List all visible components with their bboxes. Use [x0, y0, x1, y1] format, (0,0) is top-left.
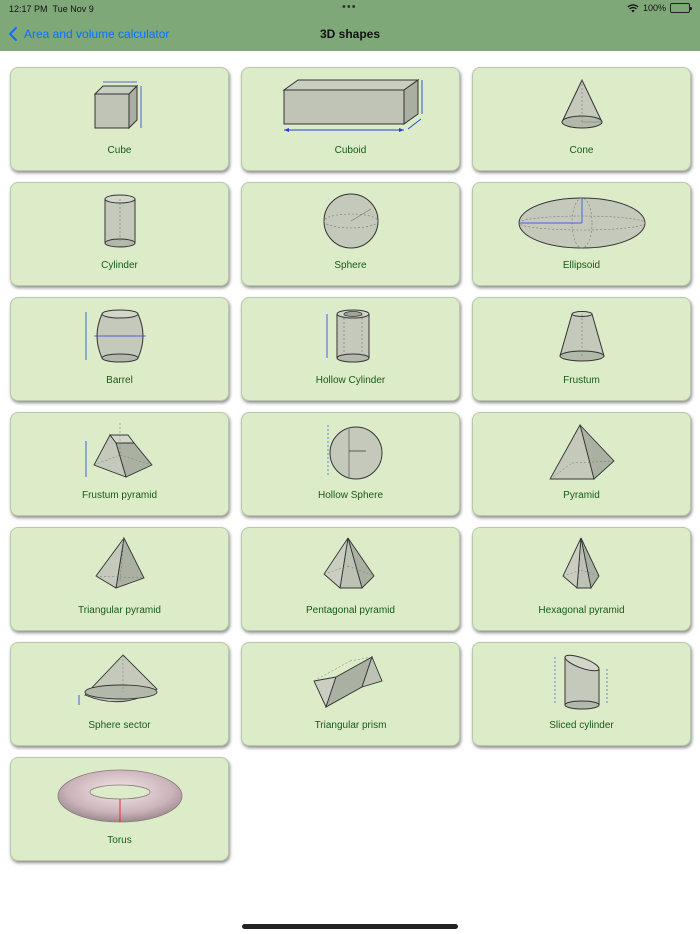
- shapes-grid: Cube Cuboid Cone Cylinder Sphere Ellipso…: [10, 67, 692, 861]
- shape-label: Hollow Cylinder: [315, 375, 386, 386]
- battery-icon: [670, 3, 692, 13]
- hollow-sphere-icon: [242, 419, 459, 483]
- shape-tile-torus[interactable]: Torus: [10, 757, 229, 861]
- sliced-cylinder-icon: [473, 649, 690, 713]
- cylinder-icon: [11, 189, 228, 253]
- sphere-icon: [242, 189, 459, 253]
- sphere-sector-icon: [11, 649, 228, 713]
- navigation-bar: 12:17 PM Tue Nov 9 ••• 100% Area and vol…: [0, 0, 700, 51]
- shape-label: Ellipsoid: [562, 260, 601, 271]
- shape-tile-sliced-cylinder[interactable]: Sliced cylinder: [472, 642, 691, 746]
- shape-tile-cylinder[interactable]: Cylinder: [10, 182, 229, 286]
- shape-tile-triangular-pyramid[interactable]: Triangular pyramid: [10, 527, 229, 631]
- shape-tile-frustum-pyramid[interactable]: Frustum pyramid: [10, 412, 229, 516]
- triangular-pyramid-icon: [11, 534, 228, 598]
- shape-label: Hollow Sphere: [317, 490, 384, 501]
- shape-tile-sphere-sector[interactable]: Sphere sector: [10, 642, 229, 746]
- shape-label: Frustum pyramid: [81, 490, 157, 501]
- hollow-cylinder-icon: [242, 304, 459, 368]
- status-time: 12:17 PM Tue Nov 9: [9, 4, 94, 14]
- shape-tile-sphere[interactable]: Sphere: [241, 182, 460, 286]
- shape-tile-barrel[interactable]: Barrel: [10, 297, 229, 401]
- shape-label: Cone: [569, 145, 594, 156]
- torus-icon: [11, 764, 228, 828]
- shape-label: Barrel: [106, 375, 133, 386]
- page-title: 3D shapes: [319, 27, 381, 41]
- ellipsoid-icon: [473, 189, 690, 253]
- triangular-prism-icon: [242, 649, 459, 713]
- shape-label: Pyramid: [563, 490, 600, 501]
- shape-label: Sphere sector: [88, 720, 151, 731]
- shape-label: Torus: [107, 835, 132, 846]
- shape-label: Triangular pyramid: [78, 605, 161, 616]
- pyramid-icon: [473, 419, 690, 483]
- shape-tile-hexagonal-pyramid[interactable]: Hexagonal pyramid: [472, 527, 691, 631]
- shape-tile-hollow-cylinder[interactable]: Hollow Cylinder: [241, 297, 460, 401]
- shape-label: Pentagonal pyramid: [306, 605, 395, 616]
- hexagonal-pyramid-icon: [473, 534, 690, 598]
- shape-label: Sphere: [334, 260, 367, 271]
- cuboid-icon: [242, 74, 459, 138]
- frustum-pyramid-icon: [11, 419, 228, 483]
- shape-tile-cone[interactable]: Cone: [472, 67, 691, 171]
- shape-label: Cylinder: [101, 260, 138, 271]
- shape-label: Hexagonal pyramid: [538, 605, 625, 616]
- status-time-text: 12:17 PM: [9, 4, 48, 14]
- barrel-icon: [11, 304, 228, 368]
- shape-tile-ellipsoid[interactable]: Ellipsoid: [472, 182, 691, 286]
- shape-tile-triangular-prism[interactable]: Triangular prism: [241, 642, 460, 746]
- shape-tile-cube[interactable]: Cube: [10, 67, 229, 171]
- status-bar: 12:17 PM Tue Nov 9 ••• 100%: [0, 0, 700, 17]
- shape-label: Triangular prism: [314, 720, 387, 731]
- shape-label: Cube: [107, 145, 132, 156]
- frustum-icon: [473, 304, 690, 368]
- cube-icon: [11, 74, 228, 138]
- status-right: 100%: [627, 3, 692, 13]
- shape-tile-pyramid[interactable]: Pyramid: [472, 412, 691, 516]
- status-date: Tue Nov 9: [52, 4, 94, 14]
- multitasking-dots-icon[interactable]: •••: [342, 1, 357, 13]
- shape-tile-frustum[interactable]: Frustum: [472, 297, 691, 401]
- shape-label: Cuboid: [334, 145, 367, 156]
- shape-label: Sliced cylinder: [549, 720, 614, 731]
- shape-label: Frustum: [563, 375, 600, 386]
- shape-tile-cuboid[interactable]: Cuboid: [241, 67, 460, 171]
- wifi-icon: [627, 3, 639, 12]
- shape-tile-pentagonal-pyramid[interactable]: Pentagonal pyramid: [241, 527, 460, 631]
- shape-tile-hollow-sphere[interactable]: Hollow Sphere: [241, 412, 460, 516]
- pentagonal-pyramid-icon: [242, 534, 459, 598]
- cone-icon: [473, 74, 690, 138]
- battery-percent: 100%: [642, 3, 666, 13]
- home-indicator[interactable]: [242, 924, 458, 929]
